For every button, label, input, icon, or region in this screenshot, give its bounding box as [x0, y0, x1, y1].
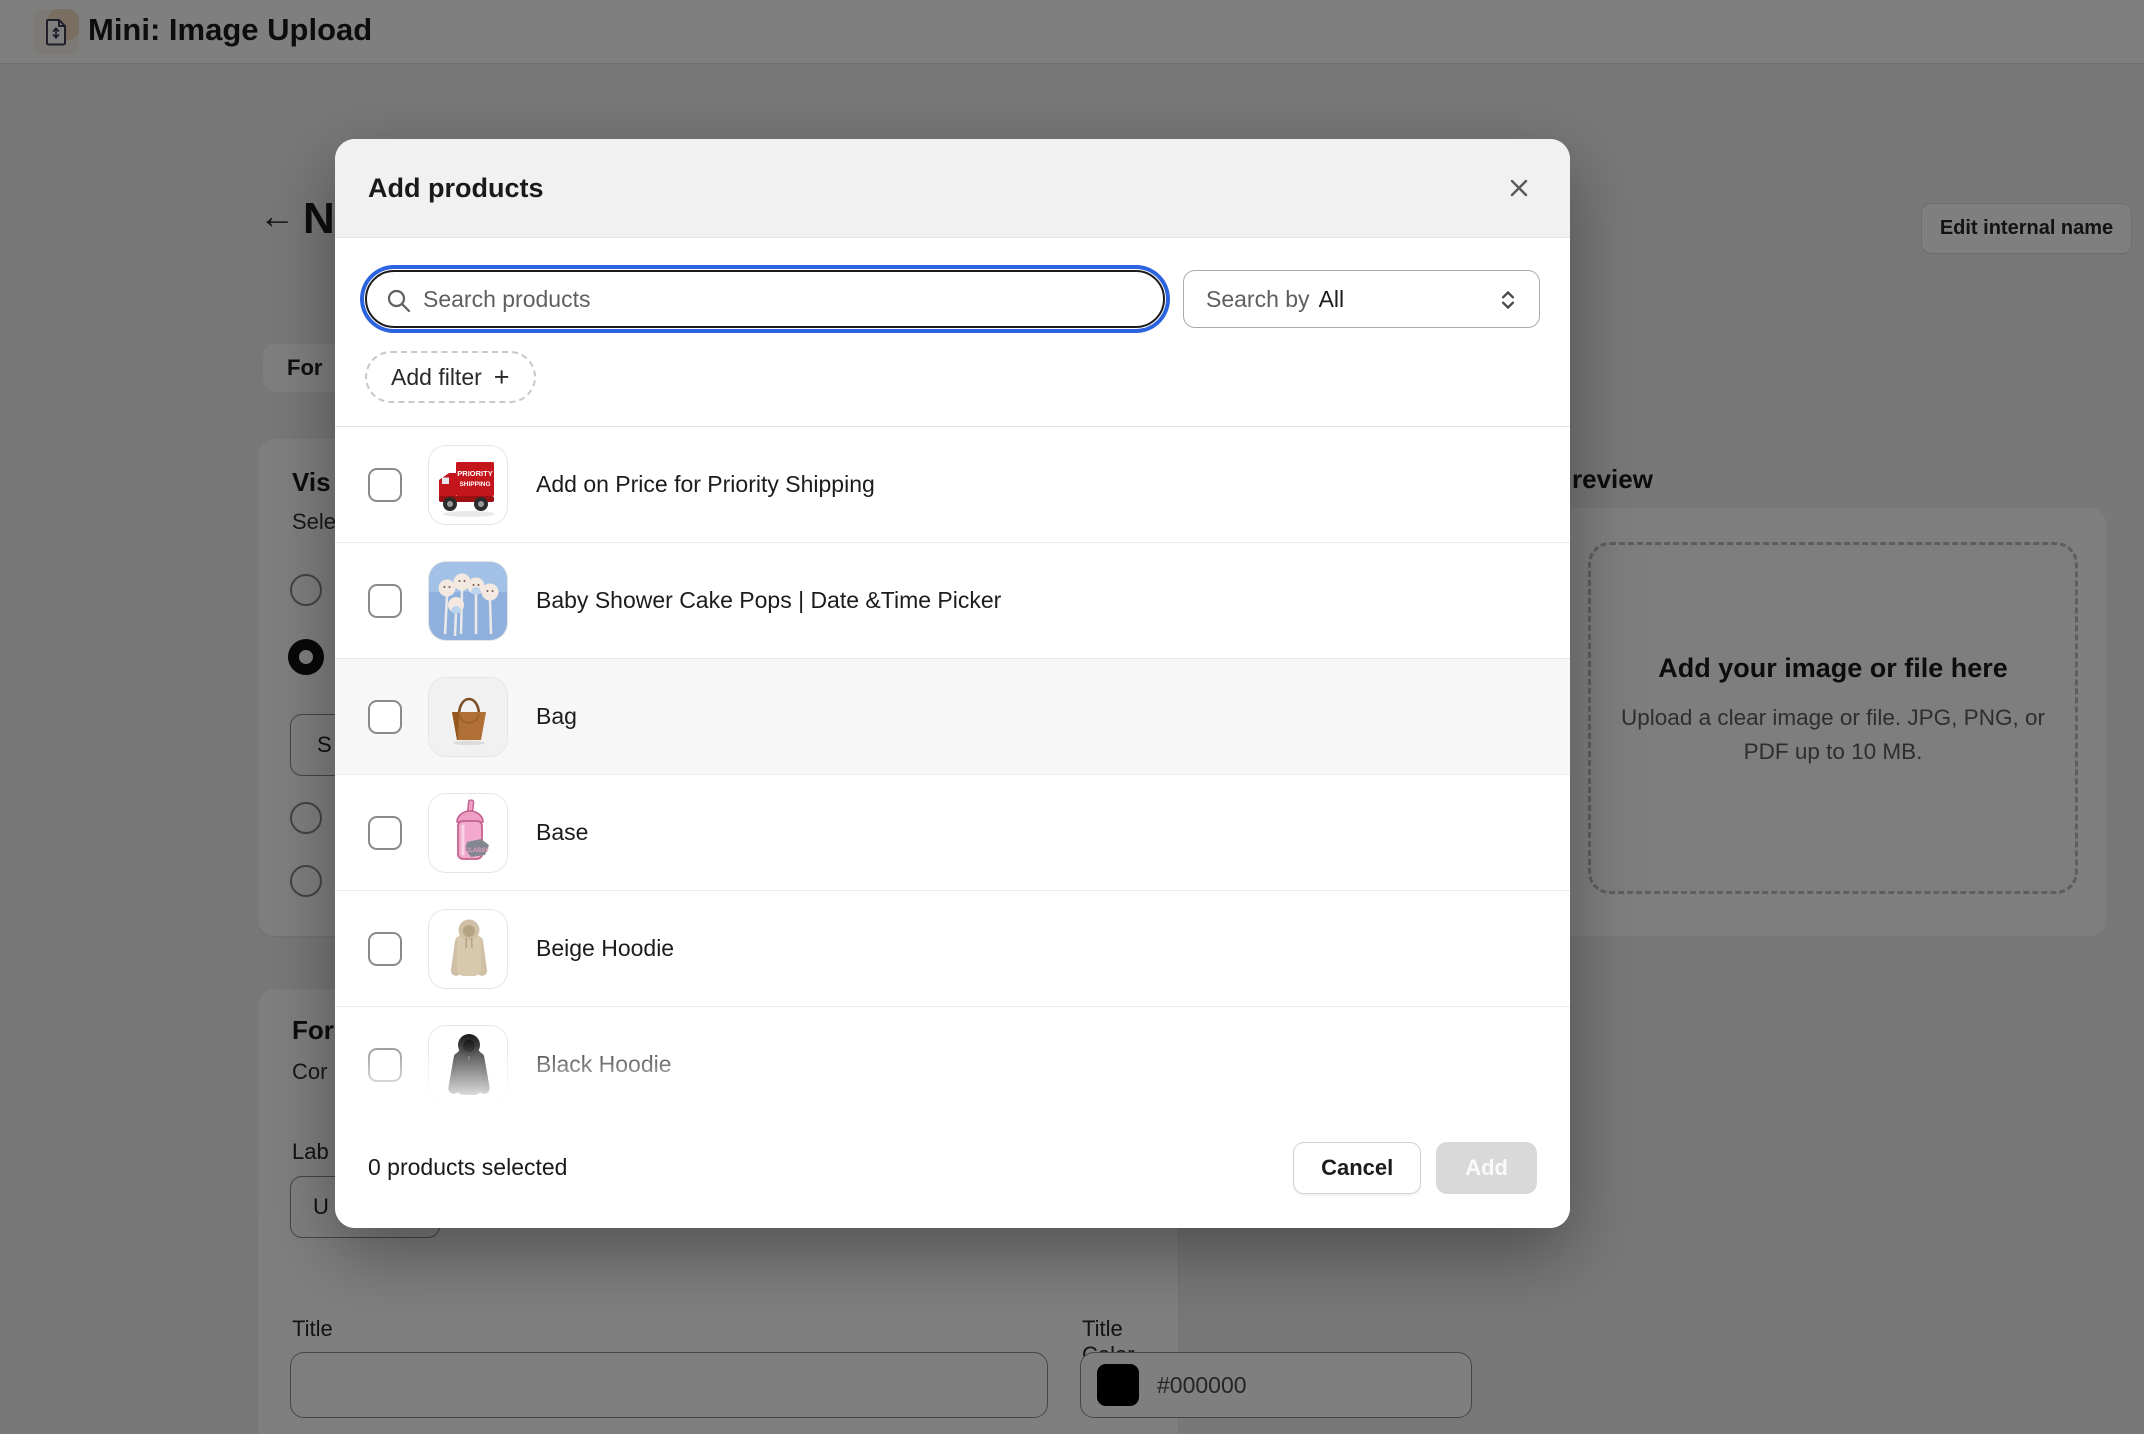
red-truck-thumb: PRIORITY SHIPPING [428, 444, 508, 525]
selected-count: 0 products selected [368, 1154, 568, 1180]
search-products-input[interactable] [423, 272, 1147, 326]
product-row[interactable]: Baby Shower Cake Pops | Date &Time Picke… [335, 543, 1570, 659]
modal-footer: 0 products selected Cancel Add [335, 1107, 1570, 1228]
product-name: Beige Hoodie [536, 935, 675, 961]
cancel-button[interactable]: Cancel [1293, 1141, 1422, 1194]
product-name: Baby Shower Cake Pops | Date &Time Picke… [536, 587, 1002, 613]
product-checkbox[interactable] [368, 1047, 402, 1082]
add-products-modal: Add products Search by All Add filter + [335, 139, 1570, 1228]
add-filter-button[interactable]: Add filter + [365, 351, 536, 403]
beige-hoodie-thumb [428, 908, 508, 989]
product-checkbox[interactable] [368, 815, 402, 850]
search-by-value: All [1318, 285, 1345, 312]
pink-tumbler-thumb: CLASSY [428, 792, 508, 873]
search-by-select[interactable]: Search by All [1183, 270, 1540, 328]
product-row[interactable]: Beige Hoodie [335, 891, 1570, 1007]
product-checkbox[interactable] [368, 699, 402, 734]
svg-text:CLASSY: CLASSY [465, 848, 489, 854]
product-name: Add on Price for Priority Shipping [536, 471, 875, 497]
search-field [365, 270, 1165, 328]
product-list: PRIORITY SHIPPING Add on Price for Prior… [335, 426, 1570, 1107]
chevron-updown-icon [1495, 287, 1521, 318]
svg-text:SHIPPING: SHIPPING [459, 481, 490, 488]
modal-title: Add products [368, 172, 544, 203]
product-name: Black Hoodie [536, 1051, 672, 1077]
close-icon[interactable] [1498, 167, 1540, 209]
search-icon [385, 287, 412, 319]
product-row[interactable]: Bag [335, 659, 1570, 775]
product-name: Bag [536, 703, 577, 729]
product-checkbox[interactable] [368, 583, 402, 618]
product-row[interactable]: Black Hoodie [335, 1007, 1570, 1107]
black-hoodie-thumb [428, 1024, 508, 1105]
add-filter-label: Add filter [391, 363, 482, 390]
product-row[interactable]: CLASSY Base [335, 775, 1570, 891]
search-by-prefix: Search by [1206, 285, 1310, 312]
brown-bag-thumb [428, 676, 508, 757]
product-name: Base [536, 819, 589, 845]
product-checkbox[interactable] [368, 467, 402, 502]
svg-text:PRIORITY: PRIORITY [457, 469, 492, 478]
plus-icon: + [493, 361, 510, 392]
cake-pops-thumb [428, 560, 508, 641]
add-button[interactable]: Add [1436, 1141, 1537, 1194]
product-row[interactable]: PRIORITY SHIPPING Add on Price for Prior… [335, 427, 1570, 543]
product-checkbox[interactable] [368, 931, 402, 966]
modal-header: Add products [335, 139, 1570, 238]
